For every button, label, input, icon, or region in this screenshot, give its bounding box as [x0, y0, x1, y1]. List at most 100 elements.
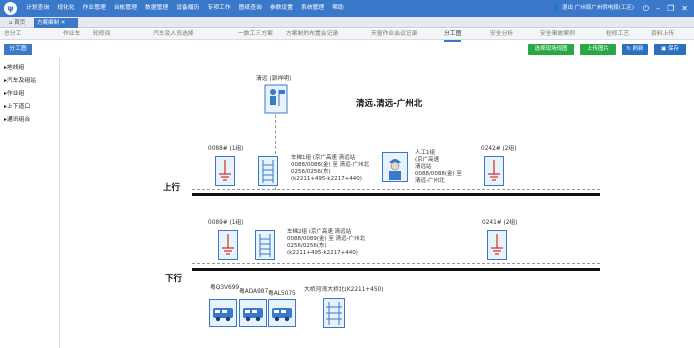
tab-plan[interactable]: 方案编制 ✕ [34, 18, 78, 28]
refresh-icon: ↻ [626, 46, 631, 52]
restore-icon[interactable]: ❐ [667, 0, 674, 17]
subnav-item[interactable]: 安全分析 [490, 29, 513, 40]
app-logo: ψ [4, 2, 17, 15]
ground-wire-icon[interactable] [215, 156, 235, 186]
tab-close-icon[interactable]: ✕ [61, 20, 66, 26]
down-track [192, 268, 600, 271]
menu-item[interactable]: 规化化 [53, 0, 78, 17]
sidebar-item-comms[interactable]: ▸通讯组合 [4, 114, 30, 123]
user-info[interactable]: 👤 退出 广州局广州供电段(工区) [553, 0, 634, 17]
menu-item[interactable]: 设备履历 [172, 0, 203, 17]
up-line-label: 上行 [163, 183, 181, 193]
vehicle-icon[interactable] [268, 299, 296, 327]
subnav-item[interactable]: 方案制的布置会记录 [286, 29, 338, 40]
menu-item[interactable]: 专项工作 [203, 0, 234, 17]
note-line: 0256/0256(东) [291, 169, 331, 175]
select-image-button[interactable]: 选择现场规图 [528, 44, 574, 55]
sidebar: ▸地线组 ▸汽车及组站 ▸作业组 ▸上下道口 ▸通讯组合 [0, 58, 60, 348]
sidebar-item-vehicle[interactable]: ▸汽车及组站 [4, 75, 36, 84]
ground-wire-icon[interactable] [218, 230, 238, 260]
vehicle-label: 粤ADA987 [239, 289, 269, 295]
sidebar-item-workgroup[interactable]: ▸作业组 [4, 88, 24, 97]
up-track [192, 193, 600, 196]
tab-home[interactable]: ⌂ 首页 [6, 18, 28, 28]
vehicle-label: 粤AL5075 [268, 291, 296, 297]
vehicle-icon[interactable] [239, 299, 267, 327]
up-work-note: 车梯1组 (京广高速 清远站 0088/0088(金) 至 清远-广州北 025… [291, 155, 369, 183]
user-name: 退出 广州局广州供电段(工区) [561, 5, 634, 11]
sidebar-item-ground[interactable]: ▸地线组 [4, 62, 24, 71]
save-button[interactable]: ▣ 保存 [654, 44, 686, 55]
minimize-icon[interactable]: – [656, 0, 660, 17]
bridge-icon[interactable] [323, 298, 345, 328]
save-icon: ▣ [661, 46, 667, 52]
note-line: 人工1组 [415, 150, 435, 156]
note-line: 清远站 [415, 164, 432, 170]
sub-nav: 总分工 作业车 轮修间 汽车及人员选择 一数工三方案 方案制的布置会记录 天窗作… [0, 29, 694, 42]
tab-strip: ⌂ 首页 方案编制 ✕ [0, 17, 694, 28]
ladder-icon[interactable] [255, 230, 275, 260]
note-line: 车梯1组 (京广高速 清远站 [291, 155, 356, 161]
ladder-icon[interactable] [258, 156, 278, 186]
sidebar-item-label: 上下道口 [6, 104, 31, 110]
ground-wire-icon[interactable] [484, 156, 504, 186]
note-line: (k2211+495-k2217+440) [287, 250, 358, 256]
sidebar-item-label: 汽车及组站 [6, 78, 36, 84]
menu-item[interactable]: 台帐管理 [110, 0, 141, 17]
note-line: 清远-广州北 [415, 178, 445, 184]
up-ground-right-label: 0242# (2组) [481, 146, 517, 152]
home-icon: ⌂ [9, 20, 13, 26]
sidebar-item-crossing[interactable]: ▸上下道口 [4, 101, 30, 110]
subnav-item[interactable]: 总分工 [4, 29, 21, 40]
subnav-item[interactable]: 作业车 [63, 29, 80, 40]
up-manual-note: 人工1组 (京广高速 清远站 0088/0088(金) 至 清远-广州北 [415, 150, 462, 185]
down-ground-right-label: 0241# (2组) [482, 220, 518, 226]
tab-home-label: 首页 [14, 20, 26, 26]
up-track-dashed [192, 189, 600, 190]
subnav-item[interactable]: 一数工三方案 [238, 29, 273, 40]
station-title: 清远.清远-广州北 [356, 99, 423, 109]
subnav-item[interactable]: 汽车及人员选择 [153, 29, 194, 40]
down-line-label: 下行 [165, 274, 183, 284]
sidebar-item-label: 作业组 [6, 91, 25, 97]
up-ground-left-label: 0088# (1组) [208, 146, 244, 152]
menu-item[interactable]: 帮助 [328, 0, 348, 17]
menu-item[interactable]: 作业管理 [79, 0, 110, 17]
bridge-label: 大桥河湾大桥北(K2211+450) [304, 287, 384, 293]
refresh-label: 刷新 [632, 46, 644, 52]
sidebar-item-label: 通讯组合 [6, 117, 31, 123]
menu-item[interactable]: 参数设置 [266, 0, 297, 17]
menu-item[interactable]: 数据管理 [141, 0, 172, 17]
leader-label: 清远 (郭祥明) [256, 76, 292, 82]
save-label: 保存 [667, 46, 679, 52]
sidebar-item-label: 地线组 [6, 65, 25, 71]
refresh-button[interactable]: ↻ 刷新 [622, 44, 648, 55]
subnav-item[interactable]: 资料上传 [651, 29, 674, 40]
toolbar: 分工图 选择现场规图 上传图片 ↻ 刷新 ▣ 保存 [0, 41, 694, 58]
note-line: 0256/0256(东) [287, 243, 327, 249]
note-line: 车梯2组 (京广高速 清远站 [287, 229, 352, 235]
power-icon[interactable]: ⏻ [643, 0, 649, 17]
worker-icon[interactable] [382, 152, 408, 182]
subnav-item[interactable]: 天窗作业会议记录 [371, 29, 417, 40]
close-icon[interactable]: ✕ [681, 0, 688, 17]
down-work-note: 车梯2组 (京广高速 清远站 0088/0089(金) 至 清远-广州北 025… [287, 229, 365, 257]
subnav-item[interactable]: 轮修间 [93, 29, 110, 40]
leader-icon[interactable] [264, 84, 288, 114]
note-line: (京广高速 [415, 157, 440, 163]
vehicle-label: 粤Q3V699 [210, 285, 240, 291]
upload-image-button[interactable]: 上传图片 [580, 44, 616, 55]
window-controls: ⏻ – ❐ ✕ [643, 0, 688, 17]
note-line: 0088/0088(金) 至 清远-广州北 [291, 162, 370, 168]
note-line: 0088/0089(金) 至 清远-广州北 [287, 236, 366, 242]
menu-item[interactable]: 系统管理 [297, 0, 328, 17]
main-menu: 计划查询 规化化 作业管理 台帐管理 数据管理 设备履历 专项工作 图纸查询 参… [22, 0, 348, 17]
menu-item[interactable]: 图纸查询 [235, 0, 266, 17]
note-line: (k2211+495-k2217+440) [291, 176, 362, 182]
menu-item[interactable]: 计划查询 [22, 0, 53, 17]
subnav-item[interactable]: 安全事故案例 [540, 29, 575, 40]
title-bar: ψ 计划查询 规化化 作业管理 台帐管理 数据管理 设备履历 专项工作 图纸查询… [0, 0, 694, 17]
ground-wire-icon[interactable] [487, 230, 507, 260]
subnav-item[interactable]: 检修工艺 [606, 29, 629, 40]
vehicle-icon[interactable] [209, 299, 237, 327]
